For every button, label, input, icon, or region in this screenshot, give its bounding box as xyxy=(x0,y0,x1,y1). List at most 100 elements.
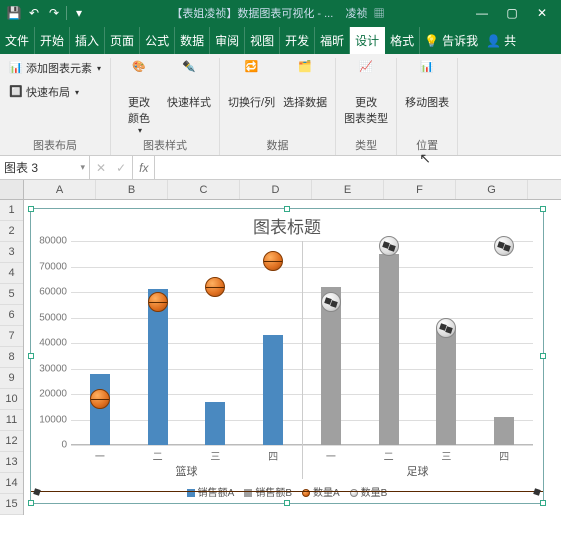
row-head-2[interactable]: 2 xyxy=(0,221,23,242)
fx-icon[interactable]: fx xyxy=(133,156,155,179)
row-head-13[interactable]: 13 xyxy=(0,452,23,473)
tab-福昕[interactable]: 福昕 xyxy=(315,27,350,54)
row-head-4[interactable]: 4 xyxy=(0,263,23,284)
row-head-8[interactable]: 8 xyxy=(0,347,23,368)
tab-公式[interactable]: 公式 xyxy=(140,27,175,54)
row-head-6[interactable]: 6 xyxy=(0,305,23,326)
select-all-corner[interactable] xyxy=(0,180,24,199)
minimize-button[interactable]: — xyxy=(467,6,497,20)
x-cat: 三 xyxy=(441,445,451,463)
tab-格式[interactable]: 格式 xyxy=(385,27,420,54)
y-tick: 10000 xyxy=(39,414,67,425)
formula-bar-row: 图表 3▾ ✕ ✓ fx ↖ xyxy=(0,156,561,180)
col-head-G[interactable]: G xyxy=(456,180,528,199)
bar-足球-二[interactable] xyxy=(379,254,399,445)
row-head-10[interactable]: 10 xyxy=(0,389,23,410)
move-chart-icon: 📊 xyxy=(411,60,443,92)
group-label: 图表样式 xyxy=(143,137,187,155)
plot-area[interactable]: 0100002000030000400005000060000700008000… xyxy=(71,241,533,445)
user-icon: 👤 xyxy=(486,34,501,48)
chart-object[interactable]: 图表标题 01000020000300004000050000600007000… xyxy=(30,208,544,504)
ribbon-tabs: 文件开始插入页面公式数据审阅视图开发福昕设计格式💡告诉我👤共 xyxy=(0,26,561,54)
col-head-C[interactable]: C xyxy=(168,180,240,199)
cancel-icon[interactable]: ✕ xyxy=(96,161,106,175)
switch-row-column-button[interactable]: 🔁切换行/列 xyxy=(226,58,277,112)
marker-足球-二[interactable] xyxy=(379,236,399,256)
chart-type-icon: 📈 xyxy=(350,60,382,92)
row-head-15[interactable]: 15 xyxy=(0,494,23,515)
close-button[interactable]: ✕ xyxy=(527,6,557,20)
chart-title[interactable]: 图表标题 xyxy=(31,209,543,242)
select-data-button[interactable]: 🗂️选择数据 xyxy=(281,58,329,112)
colors-icon: 🎨 xyxy=(123,60,155,92)
row-head-5[interactable]: 5 xyxy=(0,284,23,305)
row-head-14[interactable]: 14 xyxy=(0,473,23,494)
marker-足球-四[interactable] xyxy=(494,236,514,256)
x-cat: 三 xyxy=(210,445,220,463)
enter-icon[interactable]: ✓ xyxy=(116,161,126,175)
tab-开发[interactable]: 开发 xyxy=(280,27,315,54)
tab-文件[interactable]: 文件 xyxy=(0,27,35,54)
col-head-F[interactable]: F xyxy=(384,180,456,199)
row-head-1[interactable]: 1 xyxy=(0,200,23,221)
redo-icon[interactable]: ↷ xyxy=(44,3,64,23)
col-head-A[interactable]: A xyxy=(24,180,96,199)
group-label: 图表布局 xyxy=(33,137,77,155)
add-chart-element-button[interactable]: 📊添加图表元素▾ xyxy=(6,58,104,78)
col-head-D[interactable]: D xyxy=(240,180,312,199)
styles-icon: ✒️ xyxy=(173,60,205,92)
bar-篮球-二[interactable] xyxy=(148,289,168,445)
doc-title: 【表姐凌祯】数据图表可视化 - ... xyxy=(171,8,333,20)
qat-custom-icon[interactable]: ▾ xyxy=(69,3,89,23)
row-headers: 123456789101112131415 xyxy=(0,200,24,515)
x-group: 篮球 xyxy=(176,445,198,479)
marker-篮球-一[interactable] xyxy=(90,389,110,409)
name-box[interactable]: 图表 3▾ xyxy=(0,156,90,179)
formula-bar-buttons: ✕ ✓ xyxy=(90,156,133,179)
marker-足球-三[interactable] xyxy=(436,318,456,338)
x-cat: 一 xyxy=(326,445,336,463)
bar-篮球-三[interactable] xyxy=(205,402,225,445)
y-tick: 30000 xyxy=(39,363,67,374)
col-head-B[interactable]: B xyxy=(96,180,168,199)
share-button[interactable]: 👤共 xyxy=(482,27,520,54)
col-head-E[interactable]: E xyxy=(312,180,384,199)
change-colors-button[interactable]: 🎨更改 颜色▾ xyxy=(117,58,161,137)
x-group: 足球 xyxy=(407,445,429,479)
change-chart-type-button[interactable]: 📈更改 图表类型 xyxy=(342,58,390,128)
row-head-11[interactable]: 11 xyxy=(0,410,23,431)
row-head-12[interactable]: 12 xyxy=(0,431,23,452)
bar-篮球-一[interactable] xyxy=(90,374,110,445)
row-head-9[interactable]: 9 xyxy=(0,368,23,389)
ribbon-display-icon[interactable]: ▦ xyxy=(374,8,385,20)
save-icon[interactable]: 💾 xyxy=(4,3,24,23)
bar-足球-三[interactable] xyxy=(436,328,456,445)
y-tick: 50000 xyxy=(39,312,67,323)
tab-页面[interactable]: 页面 xyxy=(105,27,140,54)
marker-篮球-三[interactable] xyxy=(205,277,225,297)
bar-篮球-四[interactable] xyxy=(263,335,283,445)
quick-styles-button[interactable]: ✒️快速样式 xyxy=(165,58,213,112)
row-head-3[interactable]: 3 xyxy=(0,242,23,263)
chart-legend[interactable]: 销售额A销售额B数量A数量B xyxy=(31,484,543,499)
quick-layout-button[interactable]: 🔲快速布局▾ xyxy=(6,82,82,102)
group-label: 类型 xyxy=(355,137,377,155)
tab-审阅[interactable]: 审阅 xyxy=(210,27,245,54)
tab-视图[interactable]: 视图 xyxy=(245,27,280,54)
ribbon: 📊添加图表元素▾ 🔲快速布局▾ 图表布局 🎨更改 颜色▾ ✒️快速样式 图表样式… xyxy=(0,54,561,156)
maximize-button[interactable]: ▢ xyxy=(497,6,527,20)
tab-设计[interactable]: 设计 xyxy=(350,27,385,54)
tab-数据[interactable]: 数据 xyxy=(175,27,210,54)
marker-足球-一[interactable] xyxy=(321,292,341,312)
undo-icon[interactable]: ↶ xyxy=(24,3,44,23)
worksheet[interactable]: ABCDEFG 123456789101112131415 图表标题 01000… xyxy=(0,180,561,200)
bar-足球-四[interactable] xyxy=(494,417,514,445)
marker-篮球-二[interactable] xyxy=(148,292,168,312)
tell-me[interactable]: 💡告诉我 xyxy=(420,27,482,54)
move-chart-button[interactable]: 📊移动图表 xyxy=(403,58,451,112)
tab-插入[interactable]: 插入 xyxy=(70,27,105,54)
marker-篮球-四[interactable] xyxy=(263,251,283,271)
formula-input[interactable]: ↖ xyxy=(155,156,561,179)
row-head-7[interactable]: 7 xyxy=(0,326,23,347)
tab-开始[interactable]: 开始 xyxy=(35,27,70,54)
